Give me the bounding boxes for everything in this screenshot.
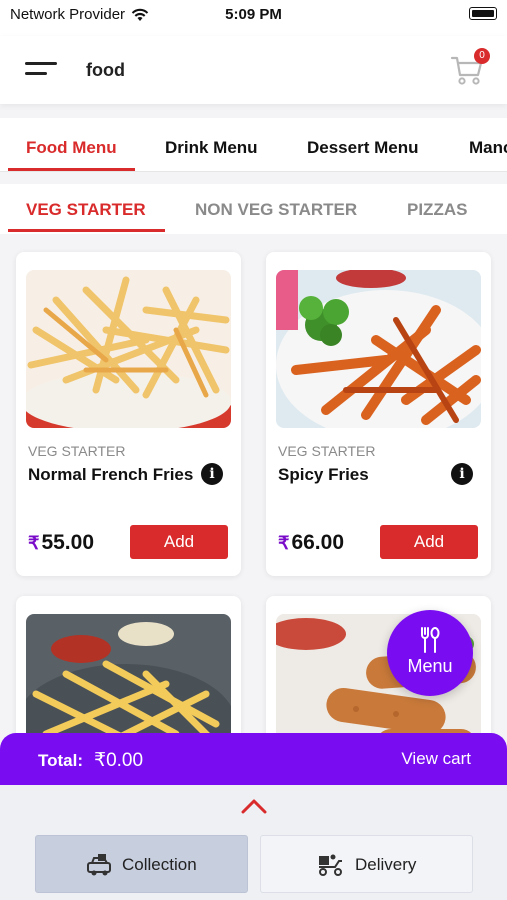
product-card[interactable]: VEG STARTER Normal French Fries i ₹55.00…	[16, 252, 241, 576]
app-header: food 0	[0, 36, 507, 104]
menu-fab-label: Menu	[407, 656, 453, 676]
price-value: 66.00	[291, 531, 345, 554]
delivery-button[interactable]: Delivery	[260, 835, 473, 893]
subtab-non-veg-starter[interactable]: NON VEG STARTER	[195, 200, 357, 220]
product-name: Spicy Fries	[278, 465, 369, 484]
info-icon[interactable]: i	[201, 463, 223, 485]
view-cart-link[interactable]: View cart	[401, 749, 471, 769]
product-price: ₹66.00	[278, 531, 344, 555]
product-card[interactable]	[16, 596, 241, 756]
takeaway-icon	[87, 854, 111, 876]
delivery-label: Delivery	[355, 855, 417, 874]
hamburger-menu-icon[interactable]	[25, 62, 57, 78]
collection-label: Collection	[122, 855, 197, 874]
product-price: ₹55.00	[28, 531, 94, 555]
status-bar: Network Provider 5:09 PM	[0, 0, 507, 36]
total-value: ₹0.00	[94, 750, 144, 771]
product-card[interactable]: VEG STARTER Spicy Fries i ₹66.00 Add	[266, 252, 491, 576]
rupee-icon: ₹	[278, 533, 290, 553]
price-value: 55.00	[41, 531, 95, 554]
product-image	[276, 270, 481, 428]
active-tab-indicator	[8, 168, 135, 171]
sub-category-tabs: VEG STARTER NON VEG STARTER PIZZAS	[0, 184, 507, 234]
rupee-icon: ₹	[28, 533, 40, 553]
subtab-veg-starter[interactable]: VEG STARTER	[26, 200, 146, 220]
add-to-cart-button[interactable]: Add	[380, 525, 478, 559]
product-image	[26, 270, 231, 428]
order-mode-panel: Collection Delivery	[0, 785, 507, 900]
tab-food-menu[interactable]: Food Menu	[26, 138, 117, 158]
product-name: Normal French Fries	[28, 465, 194, 484]
page-title: food	[86, 60, 125, 80]
subtab-pizzas[interactable]: PIZZAS	[407, 200, 467, 220]
cart-button[interactable]: 0	[450, 48, 490, 90]
collection-button[interactable]: Collection	[35, 835, 248, 893]
chevron-up-icon[interactable]	[240, 797, 268, 815]
info-icon[interactable]: i	[451, 463, 473, 485]
tab-manc[interactable]: Manc	[469, 138, 507, 158]
delivery-scooter-icon	[319, 854, 342, 876]
tab-dessert-menu[interactable]: Dessert Menu	[307, 138, 418, 158]
active-subtab-indicator	[8, 229, 165, 232]
product-category: VEG STARTER	[28, 443, 126, 459]
fork-spoon-icon	[421, 627, 440, 653]
product-category: VEG STARTER	[278, 443, 376, 459]
total-label: Total:	[38, 751, 84, 770]
battery-icon	[469, 7, 497, 20]
cart-total-bar: Total: ₹0.00 View cart	[0, 733, 507, 785]
status-time: 5:09 PM	[225, 6, 282, 23]
add-to-cart-button[interactable]: Add	[130, 525, 228, 559]
menu-fab-button[interactable]: Menu	[387, 610, 473, 696]
cart-count-badge: 0	[474, 48, 490, 64]
tab-drink-menu[interactable]: Drink Menu	[165, 138, 258, 158]
menu-tabs: Food Menu Drink Menu Dessert Menu Manc	[0, 118, 507, 172]
